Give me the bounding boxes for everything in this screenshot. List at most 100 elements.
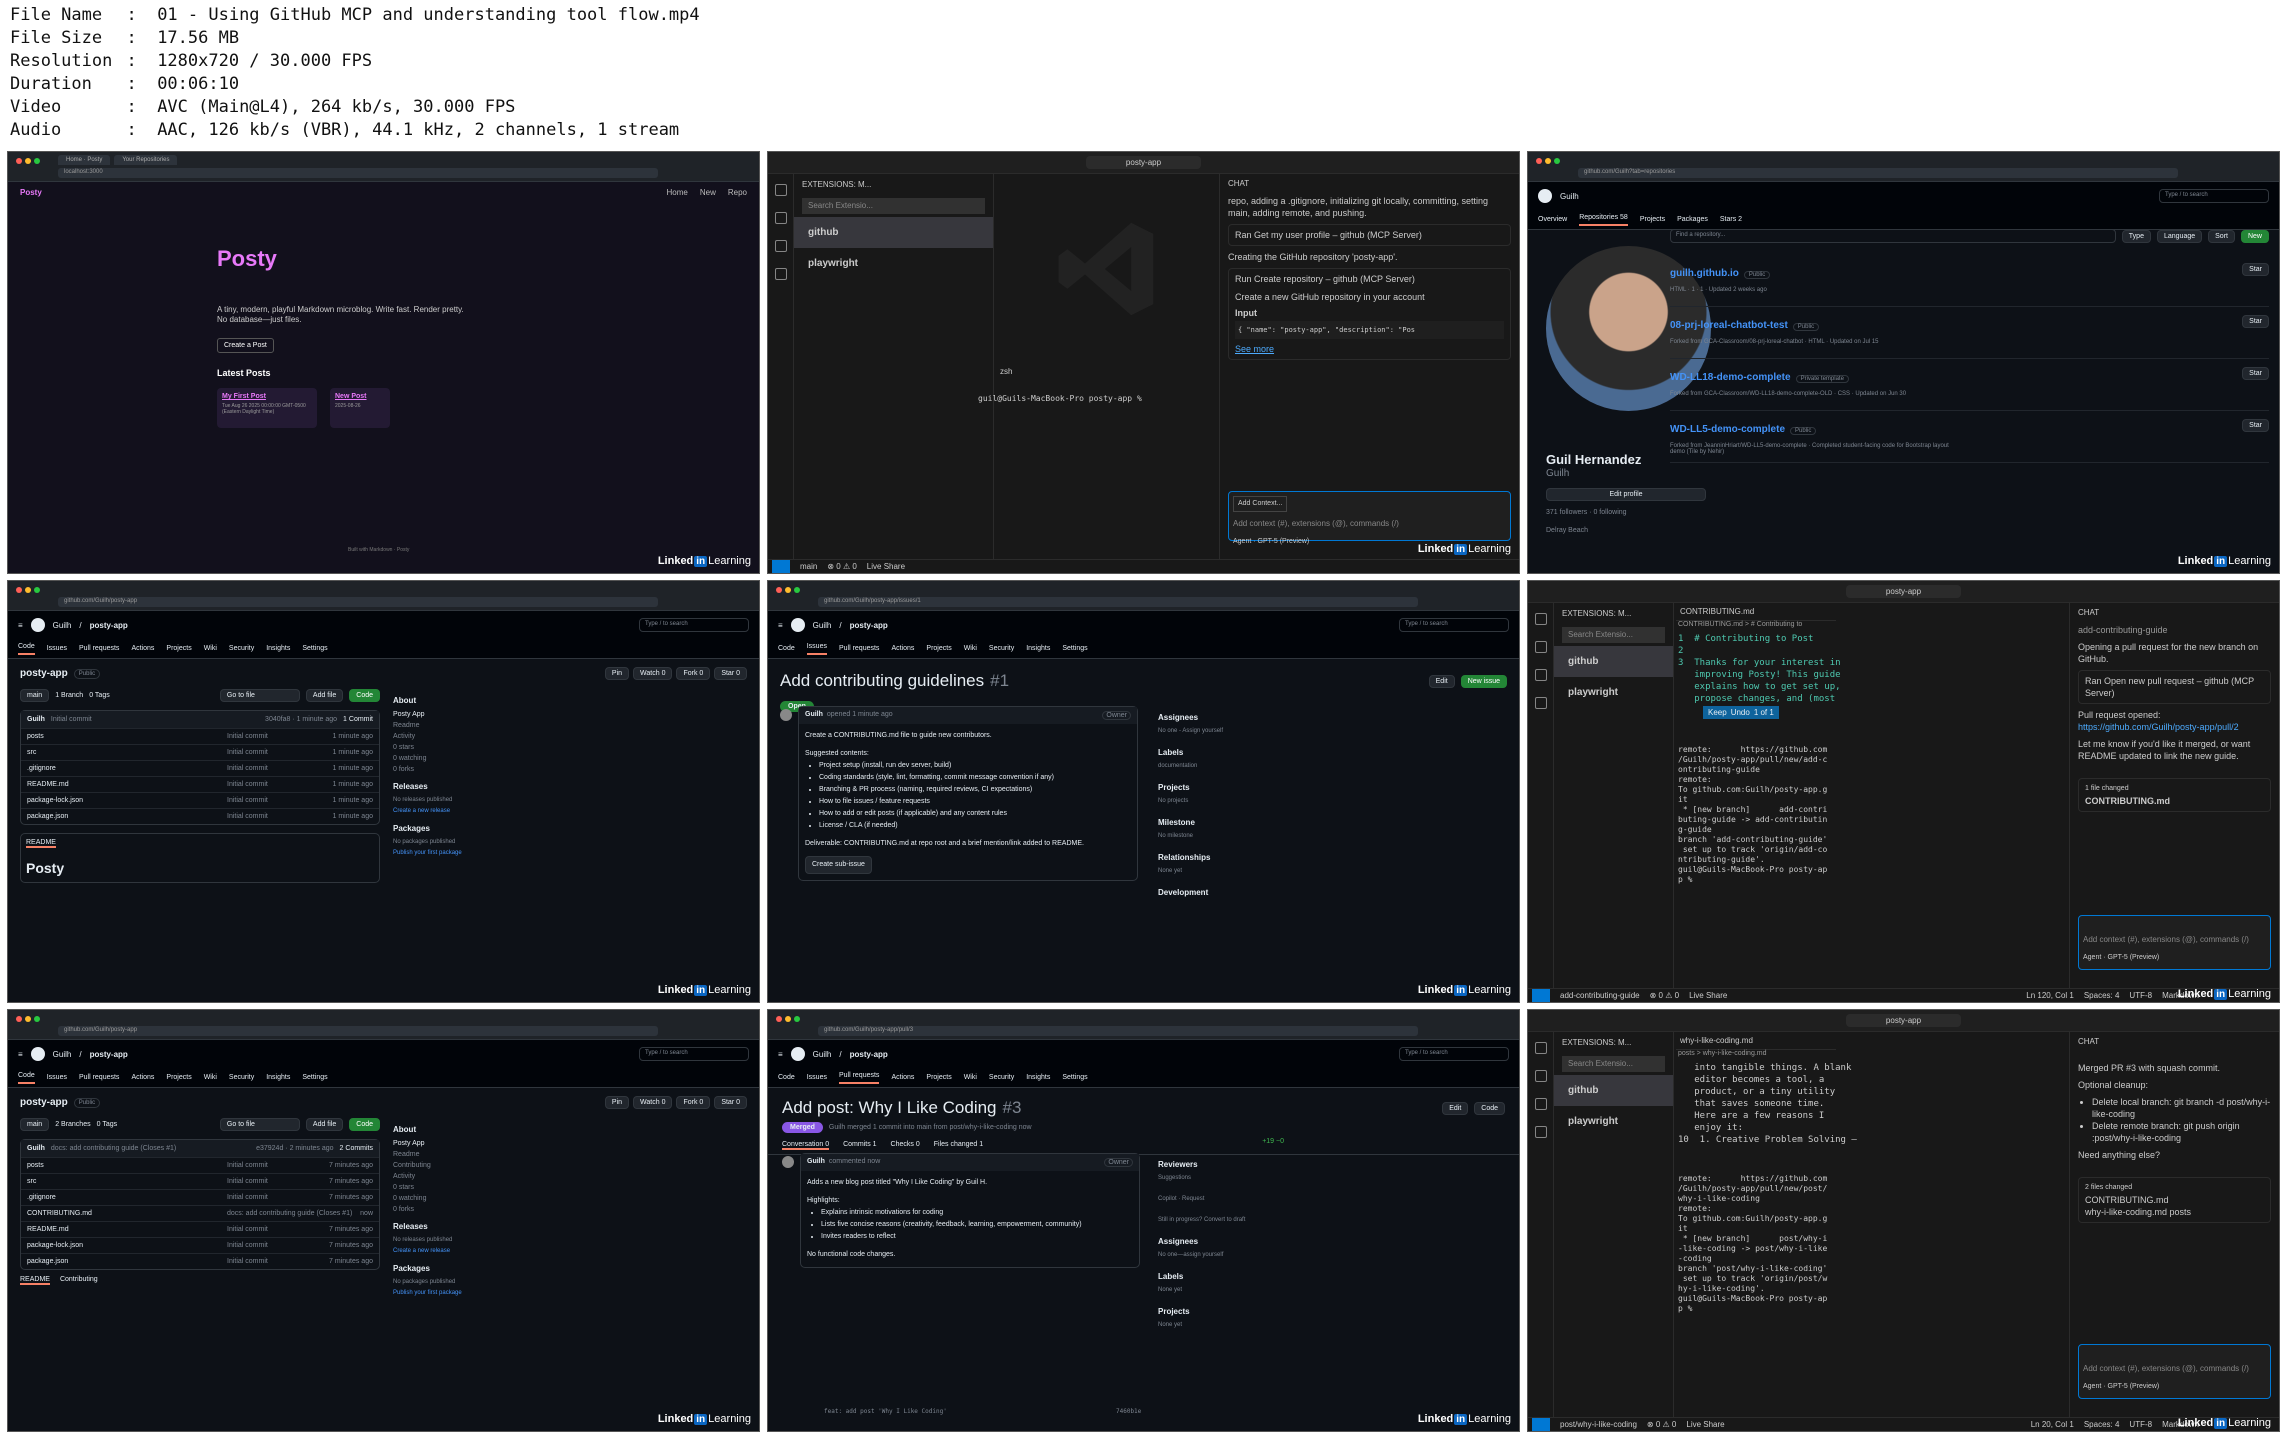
owner-link[interactable]: Guilh bbox=[813, 621, 832, 630]
profile-tab[interactable]: Overview bbox=[1538, 216, 1567, 223]
about-item[interactable]: Readme bbox=[393, 720, 513, 731]
tags-link[interactable]: 0 Tags bbox=[97, 1121, 118, 1128]
command-center[interactable]: posty-app bbox=[1845, 1014, 1962, 1027]
code-editor[interactable]: into tangible things. A blank editor bec… bbox=[1678, 1062, 1857, 1146]
file-row[interactable]: package-lock.json Initial commit 1 minute … bbox=[21, 792, 379, 808]
explorer-icon[interactable] bbox=[774, 184, 787, 196]
terminal-output[interactable]: remote: https://github.com /Guilh/posty-… bbox=[1678, 1174, 1827, 1314]
about-item[interactable]: 0 stars bbox=[393, 1182, 513, 1193]
star-button[interactable]: Star bbox=[2242, 419, 2269, 432]
pr-tab[interactable]: Conversation 0 bbox=[782, 1141, 830, 1150]
go-to-file[interactable]: Go to file bbox=[219, 1118, 300, 1131]
profile-tab[interactable]: Stars 2 bbox=[1720, 216, 1742, 223]
readme-tab[interactable]: README bbox=[26, 839, 56, 848]
sidebar-heading[interactable]: Reviewers bbox=[1158, 1159, 1278, 1170]
tab-code[interactable]: Code bbox=[778, 645, 795, 652]
star-button[interactable]: Star 0 bbox=[714, 1096, 747, 1109]
live-share[interactable]: Live Share bbox=[1686, 1420, 1724, 1429]
tab-security[interactable]: Security bbox=[989, 1074, 1014, 1081]
tab-insights[interactable]: Insights bbox=[1026, 1074, 1050, 1081]
cursor-position[interactable]: Ln 120, Col 1 bbox=[2026, 991, 2074, 1000]
repo-name[interactable]: 08-prj-loreal-chatbot-test bbox=[1670, 320, 1788, 331]
sidebar-heading[interactable]: Assignees bbox=[1158, 1236, 1278, 1247]
tab-projects[interactable]: Projects bbox=[166, 645, 191, 652]
file-row[interactable]: README.md Initial commit 7 minutes ago bbox=[21, 1221, 379, 1237]
command-center[interactable]: posty-app bbox=[1085, 156, 1202, 169]
extensions-icon[interactable] bbox=[774, 268, 787, 280]
search-input[interactable]: Type / to search bbox=[1399, 618, 1509, 632]
see-more-link[interactable]: See more bbox=[1235, 343, 1504, 355]
contributing-tab[interactable]: Contributing bbox=[60, 1276, 98, 1285]
address-bar[interactable]: github.com/Guilh/posty-app bbox=[58, 597, 658, 607]
browser-tab[interactable]: Your Repositories bbox=[114, 155, 178, 165]
file-name[interactable]: src bbox=[27, 749, 227, 756]
file-commit[interactable]: Initial commit bbox=[227, 733, 333, 740]
owner-link[interactable]: Guilh bbox=[813, 1050, 832, 1059]
find-repository-input[interactable]: Find a repository... bbox=[1670, 229, 2116, 243]
search-icon[interactable] bbox=[1534, 1070, 1547, 1082]
tab-code[interactable]: Code bbox=[778, 1074, 795, 1081]
file-row[interactable]: src Initial commit 1 minute ago bbox=[21, 744, 379, 760]
commit-message[interactable]: docs: add contributing guide (Closes #1) bbox=[51, 1145, 176, 1152]
post-title[interactable]: My First Post bbox=[222, 393, 312, 400]
file-commit[interactable]: Initial commit bbox=[227, 1162, 329, 1169]
search-icon[interactable] bbox=[774, 212, 787, 224]
tab-security[interactable]: Security bbox=[229, 1074, 254, 1081]
terminal-output[interactable]: remote: https://github.com /Guilh/posty-… bbox=[1678, 745, 1827, 885]
issue-author[interactable]: Guilh bbox=[805, 711, 823, 720]
live-share[interactable]: Live Share bbox=[1689, 991, 1727, 1000]
tab-issues[interactable]: Issues bbox=[47, 1074, 67, 1081]
owner-link[interactable]: Guilh bbox=[53, 621, 72, 630]
commit-author[interactable]: Guilh bbox=[27, 716, 45, 723]
extension-github[interactable]: github bbox=[794, 217, 993, 248]
tab-projects[interactable]: Projects bbox=[926, 1074, 951, 1081]
tab-settings[interactable]: Settings bbox=[1062, 1074, 1087, 1081]
releases-heading[interactable]: Releases bbox=[393, 781, 513, 792]
file-name[interactable]: README.md bbox=[27, 781, 227, 788]
about-item[interactable]: Activity bbox=[393, 731, 513, 742]
commits-count[interactable]: 1 Commit bbox=[343, 716, 373, 723]
brand-logo[interactable]: Posty bbox=[20, 188, 42, 197]
tab-wiki[interactable]: Wiki bbox=[204, 1074, 217, 1081]
code-button[interactable]: Code bbox=[349, 689, 380, 702]
pin-button[interactable]: Pin bbox=[604, 1096, 630, 1109]
address-bar[interactable]: github.com/Guilh?tab=repositories bbox=[1578, 168, 2178, 178]
file-name[interactable]: package.json bbox=[27, 1258, 227, 1265]
menu-icon[interactable]: ≡ bbox=[18, 1050, 23, 1059]
tags-link[interactable]: 0 Tags bbox=[89, 692, 110, 699]
create-release-link[interactable]: Create a new release bbox=[393, 806, 513, 817]
terminal-prompt[interactable]: guil@Guils-MacBook-Pro posty-app % bbox=[978, 394, 1147, 404]
releases-heading[interactable]: Releases bbox=[393, 1221, 513, 1232]
branch-indicator[interactable]: add-contributing-guide bbox=[1560, 991, 1640, 1000]
file-row[interactable]: CONTRIBUTING.md docs: add contributing gu… bbox=[21, 1205, 379, 1221]
model-select[interactable]: GPT-5 (Preview) bbox=[2108, 954, 2160, 961]
sidebar-heading[interactable]: Labels bbox=[1158, 747, 1278, 758]
edit-profile-button[interactable]: Edit profile bbox=[1546, 488, 1706, 501]
encoding[interactable]: UTF-8 bbox=[2129, 1420, 2152, 1429]
address-bar[interactable]: github.com/Guilh/posty-app bbox=[58, 1026, 658, 1036]
owner-link[interactable]: Guilh bbox=[53, 1050, 72, 1059]
edit-button[interactable]: Edit bbox=[1428, 674, 1455, 688]
model-select[interactable]: GPT-5 (Preview) bbox=[2108, 1383, 2160, 1390]
cursor-position[interactable]: Ln 20, Col 1 bbox=[2031, 1420, 2074, 1429]
tab-wiki[interactable]: Wiki bbox=[964, 1074, 977, 1081]
repo-name[interactable]: guilh.github.io bbox=[1670, 268, 1739, 279]
about-item[interactable]: 0 stars bbox=[393, 742, 513, 753]
tab-issues[interactable]: Issues bbox=[807, 1074, 827, 1081]
address-bar[interactable]: github.com/Guilh/posty-app/pull/3 bbox=[818, 1026, 1418, 1036]
commit-sha[interactable]: 7460b1e bbox=[1116, 1408, 1141, 1415]
tab-issues[interactable]: Issues bbox=[806, 643, 827, 655]
extension-github[interactable]: github bbox=[1554, 1075, 1673, 1106]
file-name[interactable]: .gitignore bbox=[27, 1194, 227, 1201]
problems-indicator[interactable]: ⊗ 0 ⚠ 0 bbox=[827, 562, 856, 571]
add-file-button[interactable]: Add file bbox=[305, 689, 344, 702]
search-input[interactable]: Type / to search bbox=[1399, 1047, 1509, 1061]
extensions-search[interactable]: Search Extensio... bbox=[1562, 1056, 1665, 1072]
file-name[interactable]: posts bbox=[27, 1162, 227, 1169]
sidebar-heading[interactable]: Development bbox=[1158, 887, 1278, 898]
file-name[interactable]: package-lock.json bbox=[27, 1242, 227, 1249]
file-name[interactable]: CONTRIBUTING.md bbox=[27, 1210, 227, 1217]
code-editor[interactable]: 1 # Contributing to Post 2 3 Thanks for yo… bbox=[1678, 633, 1841, 705]
file-name[interactable]: package-lock.json bbox=[27, 797, 227, 804]
commit-entry[interactable]: feat: add post 'Why I Like Coding' bbox=[824, 1408, 947, 1415]
